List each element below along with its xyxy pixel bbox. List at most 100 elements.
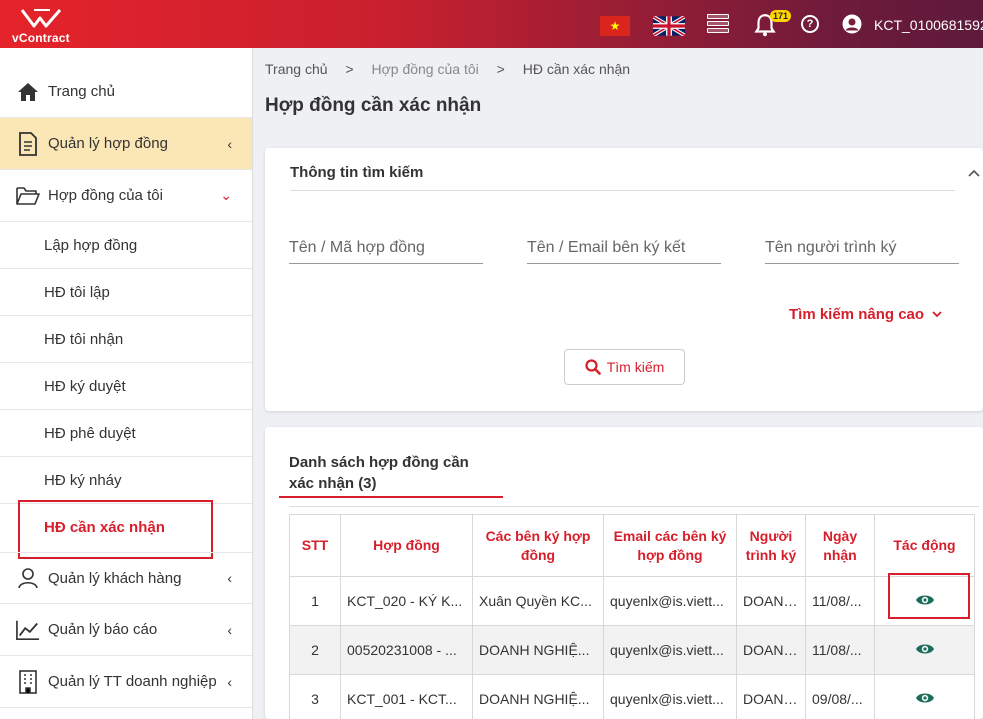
cell-parties: Xuân Quyền KC... (472, 576, 604, 626)
contract-table: STT Hợp đồng Các bên ký hợp đồng Email c… (289, 514, 975, 719)
table-row[interactable]: 2 00520231008 - ... DOANH NGHIỆ... quyen… (289, 625, 975, 675)
party-email-input[interactable] (527, 232, 721, 264)
divider (289, 506, 979, 507)
sidebar-subitem-approve[interactable]: HĐ phê duyệt (0, 410, 252, 457)
cell-date: 11/08/... (805, 576, 875, 626)
advanced-search-label: Tìm kiếm nâng cao (789, 306, 925, 323)
cell-action (874, 674, 975, 719)
help-icon[interactable]: ? (801, 15, 819, 33)
contract-name-input[interactable] (289, 232, 483, 264)
breadcrumb-separator: > (496, 61, 505, 77)
logo-text: vContract (12, 31, 70, 45)
search-panel-title: Thông tin tìm kiếm (290, 164, 424, 181)
column-header-date[interactable]: Ngày nhận (805, 514, 875, 577)
chevron-left-icon: ‹ (227, 135, 232, 152)
table-row[interactable]: 1 KCT_020 - KÝ K... Xuân Quyền KC... quy… (289, 576, 975, 626)
contract-list-panel: Danh sách hợp đồng cần xác nhận (3) STT … (265, 427, 983, 719)
cell-action (874, 625, 975, 675)
sidebar: Trang chủ Quản lý hợp đồng ‹ Hợp đồng củ… (0, 48, 253, 719)
column-header-action: Tác động (874, 514, 975, 577)
search-icon (585, 359, 601, 375)
breadcrumb-current: HĐ cần xác nhận (522, 61, 631, 77)
advanced-search-link[interactable]: Tìm kiếm nâng cao (789, 306, 943, 323)
cell-stt: 1 (289, 576, 341, 626)
column-header-contract[interactable]: Hợp đồng (340, 514, 473, 577)
user-avatar-icon[interactable] (842, 14, 862, 34)
chevron-down-icon (932, 311, 942, 318)
sidebar-subitem-my-created[interactable]: HĐ tôi lập (0, 269, 252, 316)
search-button-label: Tìm kiếm (606, 359, 665, 375)
column-header-stt[interactable]: STT (289, 514, 341, 577)
building-icon (16, 669, 40, 694)
sidebar-subitem-initial-sign[interactable]: HĐ ký nháy (0, 457, 252, 504)
cell-contract[interactable]: 00520231008 - ... (340, 625, 473, 675)
notification-badge: 171 (770, 10, 792, 22)
search-button[interactable]: Tìm kiếm (564, 349, 685, 385)
top-bar: vContract ★ 171 ? KCT_0100681592 (0, 0, 983, 48)
username[interactable]: KCT_0100681592 (874, 17, 983, 33)
breadcrumb-home[interactable]: Trang chủ (265, 61, 328, 77)
user-icon (16, 566, 40, 590)
sidebar-item-business-info[interactable]: Quản lý TT doanh nghiệp ‹ (0, 656, 252, 708)
cell-submitter: DOANH... (736, 625, 806, 675)
folder-icon (16, 184, 40, 208)
breadcrumb-separator: > (345, 61, 354, 77)
sidebar-item-label: Quản lý báo cáo (48, 621, 158, 638)
cell-email: quyenlx@is.viett... (603, 625, 737, 675)
apps-menu-icon[interactable] (707, 14, 729, 34)
breadcrumb-parent[interactable]: Hợp đồng của tôi (371, 61, 478, 77)
cell-submitter: DOANH... (736, 674, 806, 719)
cell-submitter: DOANH... (736, 576, 806, 626)
sidebar-item-label: Hợp đồng của tôi (48, 187, 163, 204)
submitter-name-input[interactable] (765, 232, 959, 264)
cell-date: 11/08/... (805, 625, 875, 675)
sidebar-item-label: Quản lý hợp đồng (48, 135, 168, 152)
cell-parties: DOANH NGHIỆ... (472, 674, 604, 719)
chart-icon (16, 618, 40, 642)
table-header-row: STT Hợp đồng Các bên ký hợp đồng Email c… (289, 514, 975, 577)
sidebar-item-my-contracts[interactable]: Hợp đồng của tôi ⌄ (0, 170, 252, 222)
cell-contract[interactable]: KCT_001 - KCT... (340, 674, 473, 719)
cell-date: 09/08/... (805, 674, 875, 719)
sidebar-item-label: Trang chủ (48, 83, 115, 100)
page-title: Hợp đồng cần xác nhận (265, 95, 482, 116)
chevron-down-icon: ⌄ (220, 187, 232, 203)
list-title: Danh sách hợp đồng cần xác nhận (3) (289, 454, 469, 492)
table-row[interactable]: 3 KCT_001 - KCT... DOANH NGHIỆ... quyenl… (289, 674, 975, 719)
column-header-email[interactable]: Email các bên ký hợp đồng (603, 514, 737, 577)
breadcrumb: Trang chủ > Hợp đồng của tôi > HĐ cần xá… (265, 61, 644, 77)
chevron-left-icon: ‹ (227, 673, 232, 690)
active-tab-underline (279, 496, 503, 498)
sidebar-item-home[interactable]: Trang chủ (0, 66, 252, 118)
search-panel: Thông tin tìm kiếm Tìm kiếm nâng cao Tìm… (265, 148, 983, 411)
chevron-up-icon[interactable] (967, 168, 981, 178)
sidebar-subitem-create-contract[interactable]: Lập hợp đồng (0, 222, 252, 269)
view-eye-icon[interactable] (915, 691, 935, 705)
cell-contract[interactable]: KCT_020 - KÝ K... (340, 576, 473, 626)
sidebar-subitem-my-received[interactable]: HĐ tôi nhận (0, 316, 252, 363)
cell-email: quyenlx@is.viett... (603, 576, 737, 626)
column-header-submitter[interactable]: Người trình ký (736, 514, 806, 577)
uk-flag-icon[interactable] (653, 16, 685, 36)
view-eye-icon[interactable] (915, 642, 935, 656)
action-highlight-box (888, 573, 970, 619)
column-header-parties[interactable]: Các bên ký hợp đồng (472, 514, 604, 577)
vietnam-flag-icon[interactable]: ★ (600, 16, 630, 36)
cell-parties: DOANH NGHIỆ... (472, 625, 604, 675)
cell-stt: 3 (289, 674, 341, 719)
sidebar-item-label: Quản lý TT doanh nghiệp (48, 673, 217, 690)
cell-email: quyenlx@is.viett... (603, 674, 737, 719)
vcontract-logo[interactable]: vContract (10, 6, 85, 46)
sidebar-item-contract-management[interactable]: Quản lý hợp đồng ‹ (0, 118, 252, 170)
sidebar-subitem-sign-approve[interactable]: HĐ ký duyệt (0, 363, 252, 410)
sidebar-item-reports[interactable]: Quản lý báo cáo ‹ (0, 604, 252, 656)
home-icon (16, 80, 40, 104)
divider (290, 190, 955, 191)
cell-stt: 2 (289, 625, 341, 675)
highlight-box (18, 500, 213, 559)
sidebar-item-label: Quản lý khách hàng (48, 569, 182, 587)
sidebar-item-customers[interactable]: Quản lý khách hàng ‹ (0, 552, 252, 604)
logo-mark-icon (20, 9, 62, 28)
chevron-left-icon: ‹ (227, 570, 232, 586)
document-icon (16, 131, 40, 156)
